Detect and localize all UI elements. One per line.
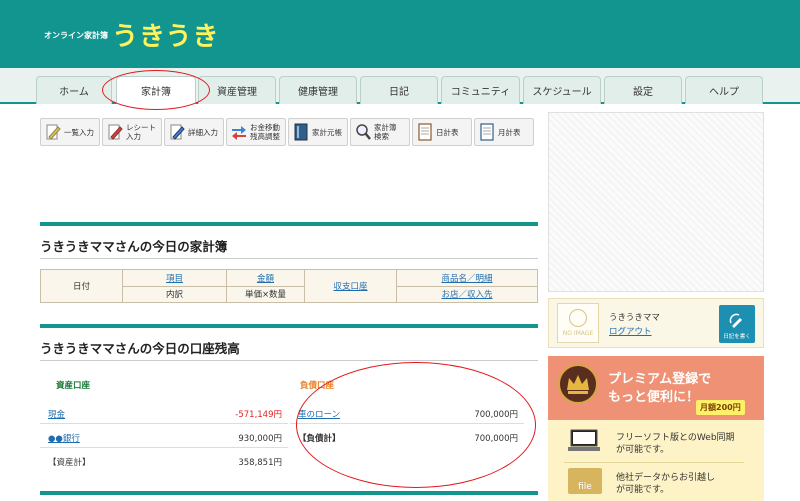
premium-header: プレミアム登録で もっと便利に！ 月額200円	[548, 356, 764, 420]
col-item-link[interactable]: 項目	[166, 274, 183, 284]
feature-sync-line1: フリーソフト版とのWeb同期	[616, 433, 735, 443]
monthly-sheet-icon	[480, 123, 494, 141]
detail-pencil-icon	[170, 124, 185, 140]
premium-price-badge: 月額200円	[696, 400, 745, 415]
title-underline	[40, 258, 538, 259]
avatar-placeholder-icon	[569, 309, 587, 327]
annotation-oval-debts	[296, 362, 536, 488]
pen-icon	[729, 313, 742, 328]
file-icon-label: file	[578, 482, 592, 492]
receipt-pencil-icon	[108, 124, 123, 140]
avatar: NO IMAGE	[557, 303, 599, 343]
title-underline	[40, 360, 538, 361]
tab-schedule[interactable]: スケジュール	[523, 76, 601, 104]
money-transfer-button[interactable]: お金移動 残高調整	[226, 118, 286, 146]
assets-total-row: 【資産計】 358,851円	[40, 450, 288, 472]
receipt-input-button[interactable]: レシート入力	[102, 118, 162, 146]
tab-help[interactable]: ヘルプ	[685, 76, 763, 104]
ad-placeholder	[548, 112, 764, 292]
asset-amount: 930,000円	[238, 434, 282, 444]
col-detail: 内訳	[122, 285, 227, 303]
tab-diary[interactable]: 日記	[360, 76, 438, 104]
receipt-input-label: レシート入力	[126, 123, 156, 141]
detail-input-button[interactable]: 詳細入力	[164, 118, 224, 146]
logout-link[interactable]: ログアウト	[609, 325, 652, 337]
pencil-icon	[46, 124, 61, 140]
daily-sheet-button[interactable]: 日計表	[412, 118, 472, 146]
user-name: うきうきママ	[609, 313, 660, 323]
feature-sync-text: フリーソフト版とのWeb同期 が可能です。	[616, 432, 735, 456]
col-account-link[interactable]: 収支口座	[333, 282, 367, 292]
premium-line1: プレミアム登録で	[608, 372, 712, 387]
col-product-link[interactable]: 商品名／明細	[441, 274, 492, 284]
asset-row: ●●銀行 930,000円	[40, 426, 288, 448]
money-transfer-label1: お金移動	[250, 123, 280, 132]
ledger-label: 家計元帳	[312, 127, 342, 137]
write-diary-label: 日記を書く	[723, 334, 751, 340]
site-header: オンライン家計簿 うきうき	[0, 0, 800, 68]
premium-line2: もっと便利に！	[608, 390, 700, 405]
computer-sync-icon	[568, 429, 600, 451]
site-logo[interactable]: うきうき	[112, 16, 219, 53]
user-panel: NO IMAGE うきうきママ ログアウト 日記を書く	[548, 298, 764, 348]
assets-total-label: 【資産計】	[48, 458, 91, 468]
asset-row: 現金 -571,149円	[40, 402, 288, 424]
col-shop-link[interactable]: お店／収入先	[441, 290, 492, 300]
avatar-noimage-text: NO IMAGE	[562, 330, 594, 337]
write-diary-button[interactable]: 日記を書く	[719, 305, 755, 343]
list-input-label: 一覧入力	[64, 127, 94, 137]
assets-total-amount: 358,851円	[238, 458, 282, 468]
section-divider	[40, 491, 538, 495]
feature-import-line2: が可能です。	[616, 485, 670, 495]
asset-name-link[interactable]: ●●銀行	[48, 432, 80, 444]
col-unit: 単価×数量	[226, 285, 305, 303]
monthly-sheet-button[interactable]: 月計表	[474, 118, 534, 146]
crown-icon	[558, 364, 598, 404]
detail-input-label: 詳細入力	[188, 127, 218, 137]
col-amount-link[interactable]: 金額	[257, 274, 274, 284]
assets-header: 資産口座	[56, 381, 91, 391]
asset-amount: -571,149円	[235, 410, 282, 420]
section-divider	[40, 324, 538, 328]
feature-sync-line2: が可能です。	[616, 445, 670, 455]
search-label2: 検索	[374, 132, 389, 141]
tab-settings[interactable]: 設定	[604, 76, 682, 104]
list-input-button[interactable]: 一覧入力	[40, 118, 100, 146]
tab-community[interactable]: コミュニティ	[441, 76, 520, 104]
tab-health[interactable]: 健康管理	[279, 76, 357, 104]
col-date: 日付	[40, 269, 123, 303]
tab-home[interactable]: ホーム	[36, 76, 112, 104]
daily-sheet-icon	[418, 123, 432, 141]
feature-import-text: 他社データからお引越し が可能です。	[616, 472, 715, 496]
file-folder-icon: file	[568, 468, 602, 494]
money-transfer-label2: 残高調整	[250, 132, 280, 141]
feature-import-line1: 他社データからお引越し	[616, 473, 716, 483]
kakeibo-title: うきうきママさんの今日の家計簿	[40, 239, 228, 254]
transfer-arrows-icon	[232, 126, 246, 140]
asset-name-link[interactable]: 現金	[48, 408, 65, 420]
balance-title: うきうきママさんの今日の口座残高	[40, 341, 240, 356]
feature-divider	[564, 462, 744, 463]
kakeibo-table: 日付 項目 金額 収支口座 商品名／明細 内訳 単価×数量 お店／収入先	[40, 269, 538, 303]
logo-subtitle: オンライン家計簿	[44, 31, 108, 40]
ledger-button[interactable]: 家計元帳	[288, 118, 348, 146]
annotation-oval-tab	[102, 70, 210, 110]
monthly-sheet-label: 月計表	[498, 127, 521, 137]
ledger-book-icon	[294, 123, 308, 141]
search-label1: 家計簿	[374, 123, 397, 132]
section-divider	[40, 222, 538, 226]
magnifier-icon	[356, 124, 371, 140]
daily-sheet-label: 日計表	[436, 127, 459, 137]
premium-banner[interactable]: プレミアム登録で もっと便利に！ 月額200円 フリーソフト版とのWeb同期 が…	[548, 356, 764, 501]
search-button[interactable]: 家計簿 検索	[350, 118, 410, 146]
